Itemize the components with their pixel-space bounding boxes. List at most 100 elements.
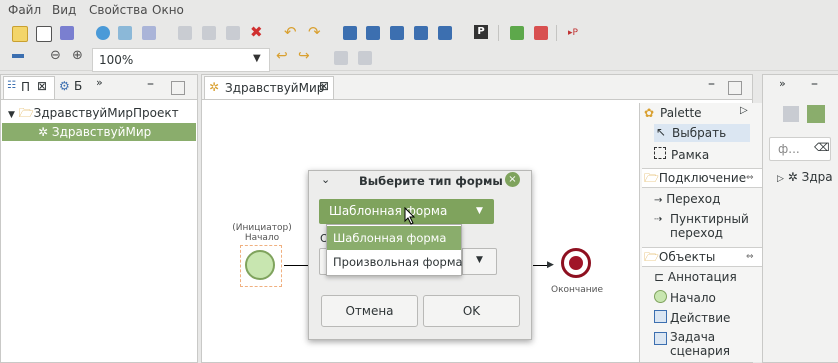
project-icon: ☷	[7, 80, 16, 91]
palette-icon: ✿	[644, 106, 655, 120]
palette-tool-marquee-label: Рамка	[671, 148, 710, 162]
menu-view[interactable]: Вид	[52, 3, 76, 17]
menu-bar: Файл Вид Свойства Окно	[0, 0, 838, 20]
maximize-view-icon[interactable]	[728, 81, 742, 95]
editor-tab-label: ЗдравствуйМир	[225, 81, 325, 95]
overflow-icon[interactable]: »	[779, 77, 786, 90]
minimize-view-icon[interactable]: –	[147, 76, 154, 92]
palette-item-transition[interactable]: → Переход	[654, 192, 720, 206]
outline-search-input[interactable]: ф... ⌫	[769, 137, 831, 161]
palette-item-action[interactable]: Действие	[654, 310, 730, 325]
left-tabbar: ☷ П ⊠ ⚙ Б » –	[1, 75, 197, 100]
align-bottom-icon[interactable]	[343, 26, 357, 40]
close-icon[interactable]: ⊠	[319, 79, 329, 93]
chevron-down-icon[interactable]: ▼	[476, 199, 483, 224]
chevron-down-icon[interactable]: ▼	[476, 255, 483, 265]
align-top-icon[interactable]	[366, 26, 380, 40]
back-icon[interactable]: ↩	[276, 48, 288, 64]
align-left-icon[interactable]	[390, 26, 404, 40]
ok-button[interactable]: OK	[423, 295, 520, 327]
outline-tree-item[interactable]: ▷ ✲ Здра	[777, 170, 833, 184]
folder-icon: 🗁	[644, 250, 659, 264]
new-window-icon[interactable]	[36, 26, 52, 42]
start-event-circle[interactable]	[245, 250, 275, 280]
maximize-view-icon[interactable]	[171, 81, 185, 95]
menu-window[interactable]: Окно	[152, 3, 184, 17]
clear-icon[interactable]: ⌫	[814, 141, 830, 154]
palette-group-objects-label: Объекты	[658, 250, 716, 264]
outline-view-icon[interactable]	[783, 106, 799, 122]
new-file-icon[interactable]	[12, 26, 28, 42]
arrow-head-icon: ▶	[547, 260, 554, 270]
close-icon[interactable]: ⊠	[37, 79, 47, 93]
tree-item-project[interactable]: ▼ 🗁ЗдравствуйМирПроект	[2, 104, 196, 122]
save-as-icon[interactable]	[202, 26, 216, 40]
minimize-view-icon[interactable]: –	[811, 76, 818, 92]
redo-icon[interactable]: ↷	[308, 23, 321, 41]
overflow-icon[interactable]: »	[96, 76, 103, 89]
end-event-circle[interactable]	[561, 248, 591, 278]
outline-search-placeholder: ф...	[778, 142, 800, 156]
pin-icon[interactable]: ⇔	[746, 169, 754, 187]
align-right-icon[interactable]	[438, 26, 452, 40]
align-center-icon[interactable]	[414, 26, 428, 40]
expand-arrow-icon[interactable]: ▼	[8, 110, 15, 120]
palette-item-dashed-label: Пунктирный переход	[670, 212, 749, 240]
form-type-option[interactable]: Произвольная форма	[327, 250, 463, 274]
save-icon[interactable]	[178, 26, 192, 40]
palette-tool-select[interactable]: ↖ Выбрать	[654, 124, 750, 142]
chevron-down-icon[interactable]: ▼	[253, 53, 261, 64]
save-all-icon[interactable]	[226, 26, 240, 40]
palette-item-dashed-transition[interactable]: ⇢ Пунктирный переход	[654, 212, 764, 240]
start-event-frame[interactable]	[240, 245, 282, 287]
transition-line[interactable]	[284, 265, 309, 266]
minimize-icon[interactable]	[12, 54, 24, 58]
cursor-tool-icon[interactable]	[118, 26, 132, 40]
process-tree-icon: ✲	[38, 125, 49, 139]
palette-tool-select-label: Выбрать	[672, 126, 727, 140]
tree-view-icon[interactable]	[807, 105, 825, 123]
run-icon[interactable]: ▸P	[568, 28, 578, 38]
form-type-dropdown: Шаблонная форма Произвольная форма	[326, 224, 463, 276]
start-role-label: (Инициатор)	[232, 223, 292, 233]
palette-item-start[interactable]: Начало	[654, 290, 716, 305]
tab-bookmarks[interactable]: Б	[74, 79, 82, 93]
zoom-out-icon[interactable]: ⊖	[50, 48, 61, 63]
properties-icon[interactable]: P	[474, 25, 488, 39]
delete-icon[interactable]: ✖	[250, 23, 263, 41]
zoom-in-icon[interactable]: ⊕	[72, 48, 83, 63]
toolbar-separator	[498, 25, 499, 41]
menu-file[interactable]: Файл	[8, 3, 41, 17]
outline-panel: » – ф... ⌫ ▷ ✲ Здра	[762, 74, 838, 363]
copy-icon[interactable]	[334, 51, 348, 65]
pin-icon[interactable]: ⇔	[746, 248, 754, 266]
palette-tool-marquee[interactable]: Рамка	[654, 147, 709, 162]
export-red-icon[interactable]	[534, 26, 548, 40]
menu-properties[interactable]: Свойства	[89, 3, 148, 17]
tab-process[interactable]: ✲ ЗдравствуйМир ⊠	[204, 76, 334, 99]
folder-icon: 🗁	[18, 106, 34, 120]
tree-item-process[interactable]: ✲ ЗдравствуйМир	[2, 123, 196, 141]
export-icon[interactable]	[142, 26, 156, 40]
chevron-down-icon[interactable]: ⌄	[321, 173, 330, 186]
bookmark-icon: ⚙	[59, 79, 70, 93]
form-type-option[interactable]: Шаблонная форма	[327, 226, 461, 250]
process-icon[interactable]	[60, 26, 74, 40]
undo-icon[interactable]: ↶	[284, 23, 297, 41]
forward-icon[interactable]: ↪	[298, 48, 310, 64]
import-icon[interactable]	[510, 26, 524, 40]
palette-item-start-label: Начало	[670, 291, 716, 305]
minimize-view-icon[interactable]: –	[708, 76, 715, 92]
palette-item-script-task[interactable]: Задача сценария	[654, 330, 754, 358]
cancel-button[interactable]: Отмена	[321, 295, 418, 327]
zoom-combo[interactable]: 100% ▼	[92, 48, 270, 72]
palette-item-annotation[interactable]: ⊏ Аннотация	[654, 270, 737, 284]
expand-arrow-icon[interactable]: ▷	[777, 174, 784, 184]
close-icon[interactable]: ×	[505, 172, 520, 187]
tab-project[interactable]: ☷ П ⊠	[3, 76, 55, 99]
mouse-cursor-icon	[404, 207, 416, 225]
paste-icon[interactable]	[358, 51, 372, 65]
palette-collapse-icon[interactable]: ▷	[740, 105, 748, 116]
action-icon	[654, 310, 667, 323]
globe-icon[interactable]	[96, 26, 110, 40]
